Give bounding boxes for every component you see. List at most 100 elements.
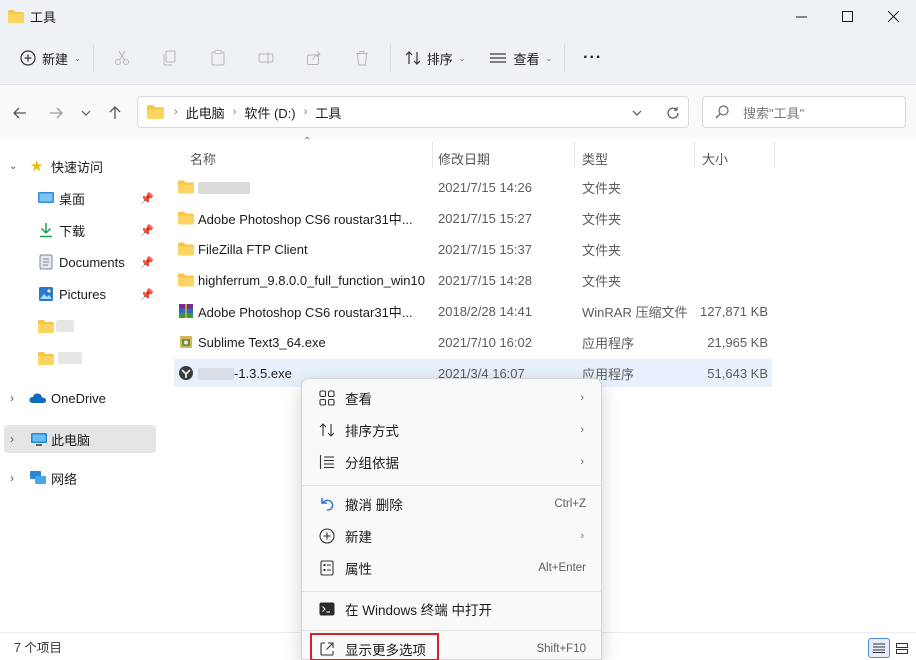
file-date: 2021/7/15 14:26 <box>438 179 532 195</box>
view-label: 查看 <box>513 51 540 67</box>
undo-icon <box>318 495 336 513</box>
sidebar-item-desktop[interactable]: 桌面 📌 <box>0 184 158 212</box>
item-count: 7 个项目 <box>14 641 62 655</box>
file-name: FileZilla FTP Client <box>198 241 308 257</box>
computer-icon <box>31 432 47 446</box>
file-size: 51,643 KB <box>707 365 768 381</box>
column-divider[interactable] <box>574 142 575 168</box>
menu-item-open-terminal[interactable]: 在 Windows 终端 中打开 <box>308 594 596 624</box>
folder-icon <box>178 211 194 225</box>
column-divider[interactable] <box>694 142 695 168</box>
details-view-button[interactable] <box>868 638 890 658</box>
table-row[interactable]: Adobe Photoshop CS6 roustar31中... 2021/7… <box>174 204 772 232</box>
folder-icon <box>38 319 54 333</box>
chevron-right-icon: › <box>580 424 584 436</box>
menu-divider <box>302 591 601 592</box>
menu-item-undo-delete[interactable]: 撤消 删除 Ctrl+Z <box>308 489 596 519</box>
menu-item-sort[interactable]: 排序方式 › <box>308 415 596 445</box>
sidebar-item-pictures[interactable]: Pictures 📌 <box>0 280 158 308</box>
sidebar-item-folder[interactable] <box>0 312 158 340</box>
tiles-view-button[interactable] <box>892 638 912 658</box>
folder-icon <box>38 351 54 365</box>
window-title: 工具 <box>30 9 57 25</box>
chevron-down-icon[interactable] <box>632 108 642 118</box>
rename-button[interactable] <box>242 41 290 75</box>
minimize-icon <box>795 16 807 17</box>
sort-label: 排序 <box>426 51 453 67</box>
sidebar-item-network[interactable]: › 网络 <box>0 464 158 492</box>
menu-item-label: 查看 <box>345 392 372 407</box>
breadcrumb-chevron-icon: › <box>303 106 308 118</box>
title-bar: 工具 <box>0 0 916 32</box>
breadcrumb-drive-d[interactable]: 软件 (D:) <box>244 103 295 122</box>
back-button[interactable] <box>9 102 31 124</box>
column-header-name[interactable]: 名称 <box>190 144 216 172</box>
pin-icon: 📌 <box>140 256 154 269</box>
star-icon: ★ <box>30 158 44 175</box>
breadcrumb-tools[interactable]: 工具 <box>315 103 341 122</box>
forward-button[interactable] <box>45 102 67 124</box>
table-row[interactable]: Adobe Photoshop CS6 roustar31中... 2018/2… <box>174 297 772 325</box>
sidebar-item-label: 桌面 <box>59 191 86 207</box>
pin-icon: 📌 <box>140 288 154 301</box>
maximize-icon <box>841 10 853 22</box>
sort-button[interactable]: 排序 ⌄ <box>397 41 474 75</box>
folder-icon <box>178 180 194 194</box>
column-header-type[interactable]: 类型 <box>582 144 608 172</box>
cut-button[interactable] <box>98 41 146 75</box>
column-header-label: 类型 <box>582 151 609 167</box>
list-view-icon <box>490 53 507 63</box>
menu-item-new[interactable]: 新建 › <box>308 521 596 551</box>
recent-locations-button[interactable] <box>75 102 97 124</box>
up-button[interactable] <box>104 102 126 124</box>
sidebar-item-onedrive[interactable]: › OneDrive <box>0 384 158 412</box>
table-row[interactable]: highferrum_9.8.0.0_full_function_win10 2… <box>174 266 772 294</box>
search-input[interactable]: 搜索"工具" <box>702 96 906 128</box>
search-placeholder: 搜索"工具" <box>743 105 805 121</box>
table-row[interactable]: 2021/7/15 14:26 文件夹 <box>174 173 772 201</box>
more-icon: ··· <box>583 49 603 66</box>
sidebar-item-label: 下载 <box>59 223 86 239</box>
copy-icon <box>163 50 176 66</box>
menu-item-view[interactable]: 查看 › <box>308 383 596 413</box>
sidebar-item-documents[interactable]: Documents 📌 <box>0 248 158 276</box>
file-date: 2021/7/10 16:02 <box>438 334 532 350</box>
column-header-size[interactable]: 大小 <box>702 144 728 172</box>
refresh-icon[interactable] <box>666 106 680 120</box>
sidebar-item-this-pc[interactable]: › 此电脑 <box>4 425 156 453</box>
navigation-bar: › 此电脑 › 软件 (D:) › 工具 搜索"工具" <box>0 84 916 140</box>
chevron-right-icon: › <box>580 456 584 468</box>
new-button[interactable]: 新建 ⌄ <box>12 41 89 75</box>
column-divider[interactable] <box>432 142 433 168</box>
column-header-date[interactable]: 修改日期 <box>438 144 490 172</box>
menu-item-group-by[interactable]: 分组依据 › <box>308 447 596 477</box>
column-header-label: 大小 <box>702 151 729 167</box>
breadcrumb-chevron-icon: › <box>232 106 237 118</box>
paste-button[interactable] <box>194 41 242 75</box>
sidebar-item-downloads[interactable]: 下载 📌 <box>0 216 158 244</box>
maximize-button[interactable] <box>824 0 870 32</box>
sidebar-item-quick-access[interactable]: ⌄ ★ 快速访问 <box>0 152 158 180</box>
cloud-icon <box>29 393 46 403</box>
menu-item-label: 排序方式 <box>345 424 399 439</box>
arrow-right-icon <box>50 107 63 119</box>
menu-item-properties[interactable]: 属性 Alt+Enter <box>308 553 596 583</box>
file-type: WinRAR 压缩文件 <box>582 304 688 320</box>
delete-button[interactable] <box>338 41 386 75</box>
sidebar-item-label: 网络 <box>51 471 78 487</box>
table-row[interactable]: FileZilla FTP Client 2021/7/15 15:37 文件夹 <box>174 235 772 263</box>
copy-button[interactable] <box>146 41 194 75</box>
close-button[interactable] <box>870 0 916 32</box>
file-name: Adobe Photoshop CS6 roustar31中... <box>198 304 413 320</box>
minimize-button[interactable] <box>778 0 824 32</box>
view-button[interactable]: 查看 ⌄ <box>481 41 560 75</box>
address-bar[interactable]: › 此电脑 › 软件 (D:) › 工具 <box>137 96 689 128</box>
breadcrumb-this-pc[interactable]: 此电脑 <box>186 103 225 122</box>
table-row[interactable]: Sublime Text3_64.exe 2021/7/10 16:02 应用程… <box>174 328 772 356</box>
column-divider[interactable] <box>774 142 775 168</box>
more-button[interactable]: ··· <box>575 41 610 75</box>
sidebar-item-folder[interactable] <box>0 344 158 372</box>
sidebar-item-label: 快速访问 <box>51 159 104 175</box>
share-button[interactable] <box>290 41 338 75</box>
divider <box>564 44 566 72</box>
